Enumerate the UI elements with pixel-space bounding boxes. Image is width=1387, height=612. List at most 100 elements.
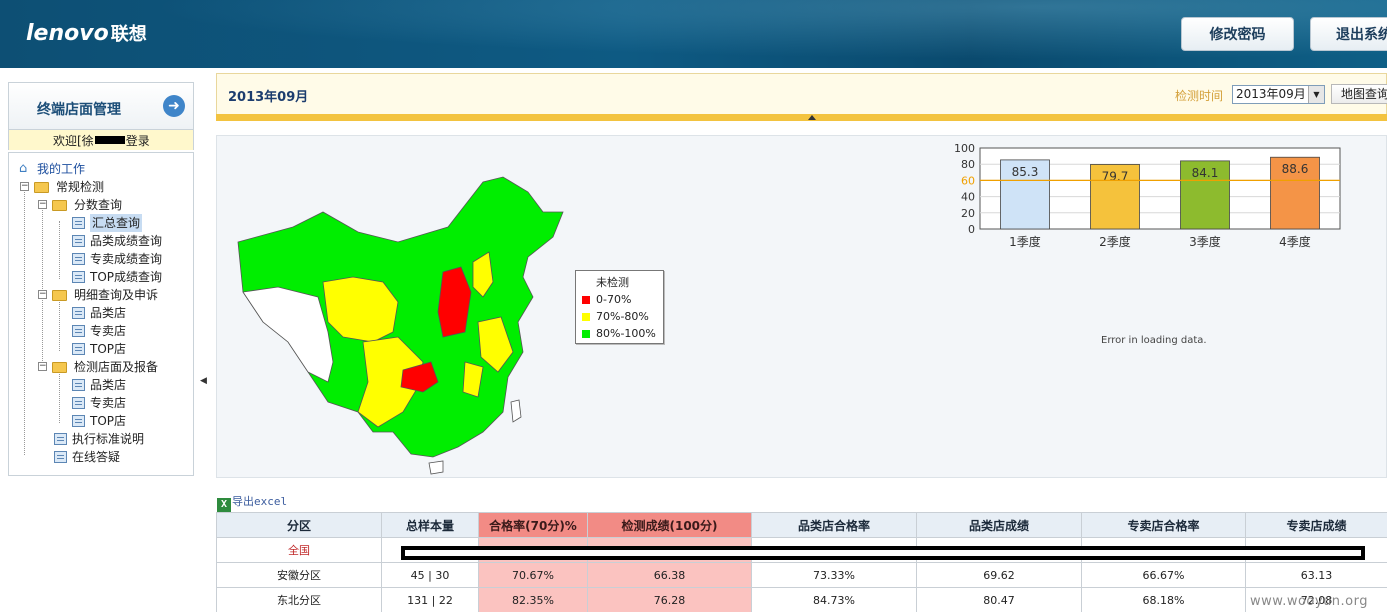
page-icon (72, 235, 85, 247)
map-legend: 未检测 0-70% 70%-80% 80%-100% (575, 270, 664, 344)
folder-icon (52, 200, 67, 211)
col-header-exclusive-score[interactable]: 专卖店成绩 (1245, 512, 1387, 538)
legend-label: 未检测 (596, 276, 629, 289)
page-icon (54, 433, 67, 445)
tree-detail-exclusive-label: 专卖店 (90, 324, 127, 338)
month-select-value: 2013年09月 (1236, 87, 1306, 101)
chevron-down-icon[interactable]: ▼ (1308, 86, 1324, 103)
legend-label: 70%-80% (596, 310, 649, 323)
redaction-bar (401, 546, 1365, 560)
y-tick-label: 100 (954, 142, 975, 155)
page-icon (72, 415, 85, 427)
col-header-category-score[interactable]: 品类店成绩 (916, 512, 1082, 538)
change-password-button[interactable]: 修改密码 (1181, 17, 1294, 51)
folder-icon (52, 290, 67, 301)
header-background (0, 0, 1387, 68)
collapse-toggle[interactable]: − (38, 200, 47, 209)
cell-score: 66.38 (587, 562, 752, 588)
col-header-category-pass[interactable]: 品类店合格率 (751, 512, 917, 538)
score-table: 分区 总样本量 合格率(70分)% 检测成绩(100分) 品类店合格率 品类店成… (216, 512, 1387, 612)
tree-detail-query-label: 明细查询及申诉 (74, 288, 159, 302)
month-select[interactable]: 2013年09月 ▼ (1232, 85, 1325, 104)
cell-category-pass: 84.73% (751, 587, 917, 612)
tree-category-score-label: 品类成绩查询 (90, 234, 163, 248)
x-tick-label: 2季度 (1099, 234, 1131, 249)
y-tick-label: 80 (961, 158, 975, 171)
col-header-exclusive-pass[interactable]: 专卖店合格率 (1081, 512, 1246, 538)
collapse-sidebar-icon[interactable]: ◀ (200, 376, 207, 386)
cell-region[interactable]: 全国 (216, 537, 382, 563)
legend-item: 80%-100% (582, 326, 656, 342)
export-excel-link[interactable]: X 导出excel (217, 493, 288, 512)
table-row: 东北分区 131 | 22 82.35% 76.28 84.73% 80.47 … (216, 587, 1387, 612)
quarter-bar-chart: 0 20 40 60 80 100 85.3 1季度 79.7 2季度 84.1 3季度 88.6 4季度 (954, 142, 1341, 249)
cell-pass-rate: 70.67% (478, 562, 588, 588)
collapse-toggle[interactable]: − (38, 290, 47, 299)
page-icon (54, 451, 67, 463)
china-map[interactable] (233, 172, 573, 492)
page-icon (72, 325, 85, 337)
folder-icon (34, 182, 49, 193)
cell-exclusive-score: 63.13 (1245, 562, 1387, 588)
x-tick-label: 1季度 (1009, 234, 1041, 249)
tree-root-label: 我的工作 (37, 162, 86, 176)
map-query-button[interactable]: 地图查询 (1331, 84, 1387, 104)
data-label: 79.7 (1102, 169, 1129, 183)
page-icon (72, 397, 85, 409)
legend-label: 80%-100% (596, 327, 656, 340)
y-tick-label: 60 (961, 174, 975, 187)
folder-icon (52, 362, 67, 373)
col-header-pass-rate[interactable]: 合格率(70分)% (478, 512, 588, 538)
redacted-name (94, 136, 125, 144)
col-header-region[interactable]: 分区 (216, 512, 382, 538)
col-header-score[interactable]: 检测成绩(100分) (587, 512, 752, 538)
collapse-toggle[interactable]: − (20, 182, 29, 191)
cell-score: 76.28 (587, 587, 752, 612)
legend-swatch (582, 330, 590, 338)
page-icon (72, 343, 85, 355)
time-label: 检测时间 (1175, 89, 1224, 103)
page-icon (72, 253, 85, 265)
page-title: 2013年09月 (228, 90, 309, 105)
top-header: lenovo 联想 修改密码 退出系统 (0, 0, 1387, 68)
tree-detail-category-label: 品类店 (90, 306, 127, 320)
legend-swatch (582, 296, 590, 304)
col-header-samples[interactable]: 总样本量 (381, 512, 479, 538)
cell-region[interactable]: 安徽分区 (216, 562, 382, 588)
sidebar-header: 终端店面管理 ➜ (8, 82, 194, 130)
tree-standards-label: 执行标准说明 (72, 432, 145, 446)
y-tick-label: 40 (961, 191, 975, 204)
export-excel-label: 导出excel (232, 495, 288, 508)
tree-score-query-label: 分数查询 (74, 198, 123, 212)
tree-exclusive-score-label: 专卖成绩查询 (90, 252, 163, 266)
collapse-up-icon[interactable] (808, 115, 816, 120)
watermark: www.wooyun.org (1250, 594, 1369, 609)
chart-error-message: Error in loading data. (1101, 335, 1207, 346)
legend-item: 70%-80% (582, 309, 649, 325)
data-label: 84.1 (1192, 166, 1219, 180)
excel-icon: X (217, 498, 231, 512)
nav-tree: ⌂ 我的工作 − 常规检测 − 分数查询 汇总查询 品类成绩查询 专卖成绩查询 … (8, 152, 194, 476)
welcome-bar: 欢迎[徐 登录 (8, 130, 194, 150)
cell-pass-rate: 82.35% (478, 587, 588, 612)
tree-report-exclusive-label: 专卖店 (90, 396, 127, 410)
page-icon (72, 307, 85, 319)
table-header-row: 分区 总样本量 合格率(70分)% 检测成绩(100分) 品类店合格率 品类店成… (216, 512, 1387, 538)
tree-detail-top-label: TOP店 (90, 342, 127, 356)
cell-region[interactable]: 东北分区 (216, 587, 382, 612)
logout-button[interactable]: 退出系统 (1310, 17, 1387, 51)
x-tick-label: 4季度 (1279, 234, 1311, 249)
cell-samples: 45 | 30 (381, 562, 479, 588)
tree-line (24, 185, 25, 455)
welcome-prefix: 欢迎[徐 (53, 133, 94, 148)
tree-line (59, 221, 60, 279)
arrow-right-icon[interactable]: ➜ (163, 95, 185, 117)
logo-text: lenovo (26, 21, 109, 46)
cell-category-pass: 73.33% (751, 562, 917, 588)
page-icon (72, 379, 85, 391)
collapse-toggle[interactable]: − (38, 362, 47, 371)
cell-category-score: 69.62 (916, 562, 1082, 588)
tree-line (59, 365, 60, 423)
map-region-untested (428, 460, 444, 475)
data-label: 88.6 (1282, 162, 1309, 176)
